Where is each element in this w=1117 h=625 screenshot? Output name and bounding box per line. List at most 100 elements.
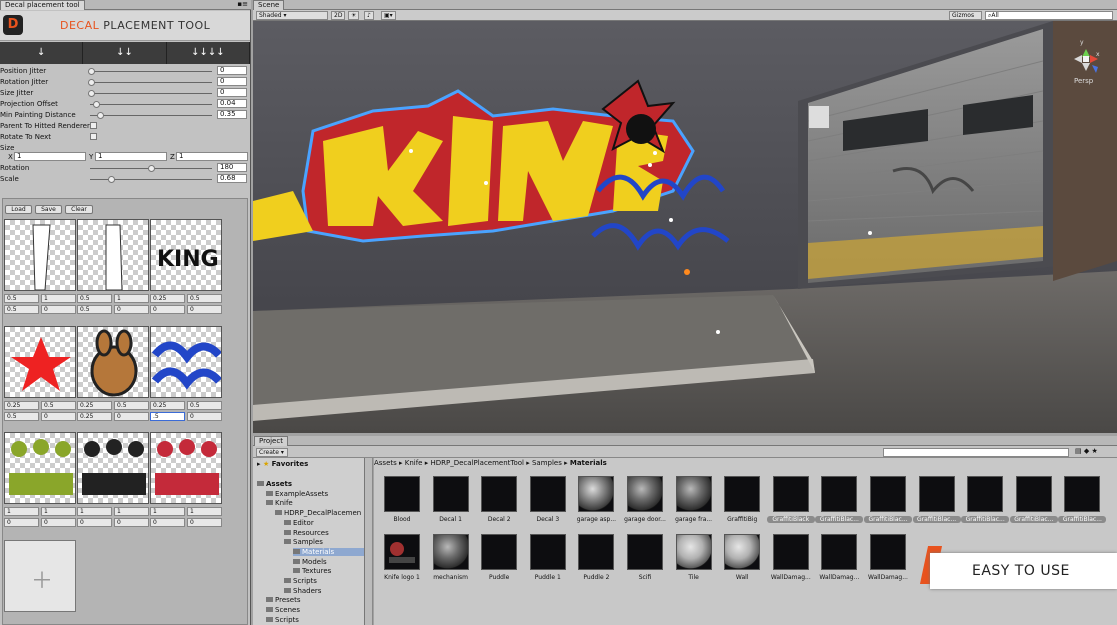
tree-folder-item[interactable]: Shaders	[284, 587, 321, 595]
tree-folder-item[interactable]: Scenes	[266, 606, 300, 614]
property-slider-knob[interactable]	[96, 112, 104, 119]
decal-param-input[interactable]: 0	[77, 518, 112, 527]
gizmos-dropdown[interactable]: Gizmos ▾	[949, 11, 982, 26]
clear-button[interactable]: Clear	[65, 205, 93, 214]
decal-param-input[interactable]: 1	[150, 507, 185, 516]
tree-scrollbar[interactable]	[365, 458, 373, 625]
property-slider-track[interactable]	[90, 93, 212, 94]
toggle-2d-button[interactable]: 2D	[331, 11, 346, 20]
property-slider-knob[interactable]	[88, 90, 95, 97]
decal-param-input[interactable]: 0	[114, 412, 149, 421]
red-star-decal[interactable]	[4, 326, 76, 398]
skull-set-black[interactable]	[77, 432, 149, 504]
decal-param-input[interactable]: 0	[41, 305, 76, 314]
decal-param-input[interactable]: 0.25	[77, 401, 112, 410]
decal-param-input[interactable]: 0	[114, 518, 149, 527]
tree-folder-item[interactable]: Presets	[266, 596, 300, 604]
scale-slider-knob[interactable]	[108, 176, 115, 183]
audio-toggle-icon[interactable]: ♪	[364, 11, 374, 20]
king-tag-decal[interactable]: KING	[150, 219, 222, 291]
material-thumbnail[interactable]	[675, 476, 712, 512]
filter-icons[interactable]: ▤ ◆ ★	[1075, 447, 1098, 455]
property-slider-knob[interactable]	[92, 101, 100, 108]
parent-to-renderer-checkbox[interactable]	[90, 122, 97, 129]
tree-folder-item[interactable]: Editor	[284, 519, 314, 527]
material-thumbnail[interactable]	[627, 534, 663, 570]
property-slider-track[interactable]	[90, 71, 212, 72]
material-thumbnail[interactable]	[724, 476, 761, 512]
size-x-input[interactable]: 1	[14, 152, 86, 161]
tree-folder-item[interactable]: Scripts	[284, 577, 317, 585]
rotation-slider-knob[interactable]	[148, 165, 155, 172]
breadcrumb-item[interactable]: Knife	[405, 459, 423, 467]
create-dropdown[interactable]: Create ▾	[256, 448, 288, 457]
favorites-folder[interactable]: ▸ ★ Favorites	[257, 460, 308, 468]
decal-param-input[interactable]: 0	[187, 305, 222, 314]
decal-param-input[interactable]: 0.25	[150, 294, 185, 303]
material-thumbnail[interactable]	[627, 476, 663, 512]
material-thumbnail[interactable]	[821, 534, 858, 570]
decal-param-input[interactable]: 0.5	[77, 294, 112, 303]
decal-param-input[interactable]: .5	[150, 412, 185, 421]
scene-viewport[interactable]: y x Persp	[253, 21, 1117, 433]
tab-project[interactable]: Project	[254, 436, 288, 446]
decal-param-input[interactable]: 1	[187, 507, 222, 516]
property-value-input[interactable]: 0	[217, 88, 247, 97]
property-slider-track[interactable]	[90, 82, 212, 83]
decal-param-input[interactable]: 0.25	[77, 412, 112, 421]
scratch-decal-1[interactable]	[4, 219, 76, 291]
property-value-input[interactable]: 0	[217, 66, 247, 75]
material-thumbnail[interactable]	[529, 476, 566, 512]
add-decal-slot[interactable]: ＋	[4, 540, 76, 612]
never-ones-decal[interactable]	[150, 326, 222, 398]
load-button[interactable]: Load	[5, 205, 32, 214]
size-y-input[interactable]: 1	[95, 152, 167, 161]
tree-folder-item[interactable]: HDRP_DecalPlacemen	[275, 509, 361, 517]
decal-param-input[interactable]: 0	[150, 305, 185, 314]
decal-param-input[interactable]: 0	[4, 518, 39, 527]
skull-set-red[interactable]	[150, 432, 222, 504]
effects-dropdown-icon[interactable]: ▣▾	[381, 11, 396, 20]
tree-folder-item[interactable]: Knife	[266, 499, 293, 507]
rotation-input[interactable]: 180	[217, 163, 247, 172]
breadcrumb-item[interactable]: HDRP_DecalPlacementTool	[430, 459, 524, 467]
property-value-input[interactable]: 0	[217, 77, 247, 86]
tab-scene[interactable]: Scene	[253, 0, 285, 10]
panel-menu-icon[interactable]: ▪≡	[237, 0, 248, 9]
decal-param-input[interactable]: 0.5	[41, 401, 76, 410]
decal-param-input[interactable]: 1	[114, 507, 149, 516]
decal-param-input[interactable]: 1	[114, 294, 149, 303]
tab-decal-placement-tool[interactable]: Decal placement tool	[0, 0, 85, 10]
material-thumbnail[interactable]	[384, 534, 420, 570]
material-thumbnail[interactable]	[578, 534, 615, 570]
decal-param-input[interactable]: 0.5	[4, 305, 39, 314]
material-thumbnail[interactable]	[918, 476, 955, 512]
material-thumbnail[interactable]	[772, 476, 809, 512]
decal-param-input[interactable]: 1	[41, 507, 76, 516]
breadcrumb-item[interactable]: Materials	[570, 459, 607, 467]
decal-param-input[interactable]: 0.5	[187, 401, 222, 410]
decal-param-input[interactable]: 0	[41, 518, 76, 527]
decal-param-input[interactable]: 0.25	[4, 401, 39, 410]
project-search-input[interactable]	[883, 448, 1069, 457]
material-thumbnail[interactable]	[675, 534, 712, 570]
tree-folder-item[interactable]: Samples	[284, 538, 323, 546]
material-thumbnail[interactable]	[432, 476, 469, 512]
material-thumbnail[interactable]	[529, 534, 566, 570]
tree-folder-item[interactable]: Models	[293, 558, 327, 566]
rotate-to-next-checkbox[interactable]	[90, 133, 97, 140]
material-thumbnail[interactable]	[1015, 476, 1052, 512]
material-thumbnail[interactable]	[821, 476, 858, 512]
breadcrumb-item[interactable]: Assets	[374, 459, 397, 467]
decal-param-input[interactable]: 0	[187, 518, 222, 527]
size-z-input[interactable]: 1	[176, 152, 248, 161]
tree-folder-item[interactable]: Resources	[284, 529, 329, 537]
shading-mode-dropdown[interactable]: Shaded ▾	[256, 11, 328, 20]
orientation-gizmo[interactable]: y x Persp	[1066, 39, 1106, 85]
property-slider-knob[interactable]	[88, 79, 95, 86]
tree-folder-item[interactable]: Materials	[293, 547, 364, 556]
save-button[interactable]: Save	[35, 205, 62, 214]
property-value-input[interactable]: 0.35	[217, 110, 247, 119]
decal-param-input[interactable]: 1	[41, 294, 76, 303]
material-thumbnail[interactable]	[481, 534, 518, 570]
